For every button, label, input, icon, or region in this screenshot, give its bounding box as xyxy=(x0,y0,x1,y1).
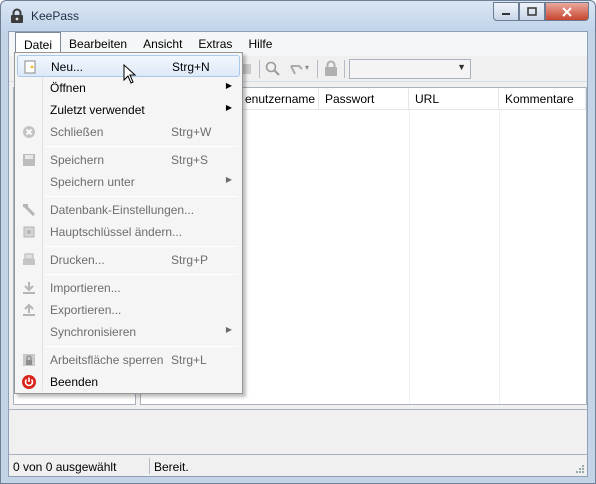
power-icon xyxy=(22,375,36,389)
menu-item-label: Öffnen xyxy=(50,81,86,95)
menu-item-label: Arbeitsfläche sperren xyxy=(50,353,164,367)
maximize-icon xyxy=(527,7,537,16)
keepass-lock-icon xyxy=(11,8,23,23)
menu-item-label: Neu... xyxy=(51,60,84,74)
menu-item-change-master-key[interactable]: Hauptschlüssel ändern... xyxy=(17,221,240,243)
column-header-url[interactable]: URL xyxy=(409,88,499,110)
menu-item-shortcut: Strg+P xyxy=(171,253,209,267)
settings-tool-icon xyxy=(22,203,36,217)
menu-hilfe[interactable]: Hilfe xyxy=(240,32,280,54)
menu-item-synchronize[interactable]: Synchronisieren ▶ xyxy=(17,321,240,343)
selection-status: 0 von 0 ausgewählt xyxy=(13,460,117,474)
status-separator xyxy=(149,458,150,474)
submenu-arrow-icon: ▶ xyxy=(225,325,232,334)
menu-datei[interactable]: Datei xyxy=(15,32,62,54)
chevron-down-icon[interactable]: ▾ xyxy=(305,63,309,72)
menu-separator xyxy=(45,346,238,347)
entry-details-pane xyxy=(9,409,587,455)
menu-separator xyxy=(45,196,238,197)
menu-item-label: Drucken... xyxy=(50,253,105,267)
menu-item-db-settings[interactable]: Datenbank-Einstellungen... xyxy=(17,199,240,221)
menu-item-shortcut: Strg+W xyxy=(171,125,212,139)
menu-item-print[interactable]: Drucken... Strg+P xyxy=(17,249,240,271)
status-bar: 0 von 0 ausgewählt Bereit. xyxy=(9,456,587,476)
menu-item-export[interactable]: Exportieren... xyxy=(17,299,240,321)
menu-extras[interactable]: Extras xyxy=(190,32,240,54)
submenu-arrow-icon: ▶ xyxy=(225,103,232,112)
menu-item-shortcut: Strg+L xyxy=(171,353,207,367)
menu-item-shortcut: Strg+S xyxy=(171,153,209,167)
lock-icon xyxy=(23,354,35,366)
menu-item-label: Speichern xyxy=(50,153,105,167)
minimize-icon xyxy=(502,12,510,15)
menu-item-label: Schließen xyxy=(50,125,104,139)
key-icon xyxy=(23,226,35,238)
window-title: KeePass xyxy=(31,9,80,23)
submenu-arrow-icon: ▶ xyxy=(225,175,232,184)
menu-item-label: Hauptschlüssel ändern... xyxy=(50,225,183,239)
column-header-password[interactable]: Passwort xyxy=(319,88,409,110)
menu-item-recent[interactable]: Zuletzt verwendet ▶ xyxy=(17,99,240,121)
find-icon[interactable] xyxy=(264,60,282,78)
mouse-cursor-icon xyxy=(123,64,137,84)
column-divider xyxy=(409,110,410,404)
menu-item-shortcut: Strg+N xyxy=(172,60,210,74)
menu-ansicht[interactable]: Ansicht xyxy=(135,32,190,54)
toolbar-separator xyxy=(317,60,318,78)
menu-bearbeiten[interactable]: Bearbeiten xyxy=(61,32,135,54)
column-divider xyxy=(499,110,500,404)
column-header-username[interactable]: enutzername xyxy=(239,88,319,110)
menu-item-label: Zuletzt verwendet xyxy=(50,103,145,117)
resize-grip-icon[interactable] xyxy=(575,464,585,474)
new-database-icon xyxy=(24,60,36,74)
file-menu-dropdown: Neu... Strg+N Öffnen ▶ Zuletzt verwendet… xyxy=(14,52,243,394)
menu-item-save-as[interactable]: Speichern unter ▶ xyxy=(17,171,240,193)
column-header-notes[interactable]: Kommentare xyxy=(499,88,586,110)
menu-item-import[interactable]: Importieren... xyxy=(17,277,240,299)
quick-search-combo[interactable]: ▼ xyxy=(349,59,471,79)
menu-item-label: Exportieren... xyxy=(50,303,122,317)
lock-workspace-icon[interactable] xyxy=(322,60,340,78)
maximize-button[interactable] xyxy=(519,2,545,21)
menu-item-label: Importieren... xyxy=(50,281,121,295)
menu-item-save[interactable]: Speichern Strg+S xyxy=(17,149,240,171)
menu-item-label: Speichern unter xyxy=(50,175,135,189)
menu-item-exit[interactable]: Beenden xyxy=(17,371,240,393)
menu-separator xyxy=(45,274,238,275)
menu-separator xyxy=(45,146,238,147)
close-icon xyxy=(23,126,35,138)
submenu-arrow-icon: ▶ xyxy=(225,81,232,90)
save-icon xyxy=(23,154,35,166)
menu-separator xyxy=(45,246,238,247)
title-bar[interactable]: KeePass xyxy=(1,1,595,31)
generator-icon[interactable] xyxy=(288,60,306,78)
menu-item-label: Synchronisieren xyxy=(50,325,137,339)
ready-status: Bereit. xyxy=(154,460,189,474)
export-icon xyxy=(23,303,35,316)
chevron-down-icon: ▼ xyxy=(457,62,466,72)
menu-item-close[interactable]: Schließen Strg+W xyxy=(17,121,240,143)
menu-item-label: Beenden xyxy=(50,375,99,389)
print-icon xyxy=(23,253,35,265)
import-icon xyxy=(23,282,35,294)
close-window-button[interactable] xyxy=(545,2,589,21)
close-icon xyxy=(562,6,572,17)
menu-item-label: Datenbank-Einstellungen... xyxy=(50,203,195,217)
minimize-button[interactable] xyxy=(493,2,519,21)
toolbar-separator xyxy=(259,60,260,78)
toolbar-separator xyxy=(344,60,345,78)
menu-item-lock-workspace[interactable]: Arbeitsfläche sperren Strg+L xyxy=(17,349,240,371)
